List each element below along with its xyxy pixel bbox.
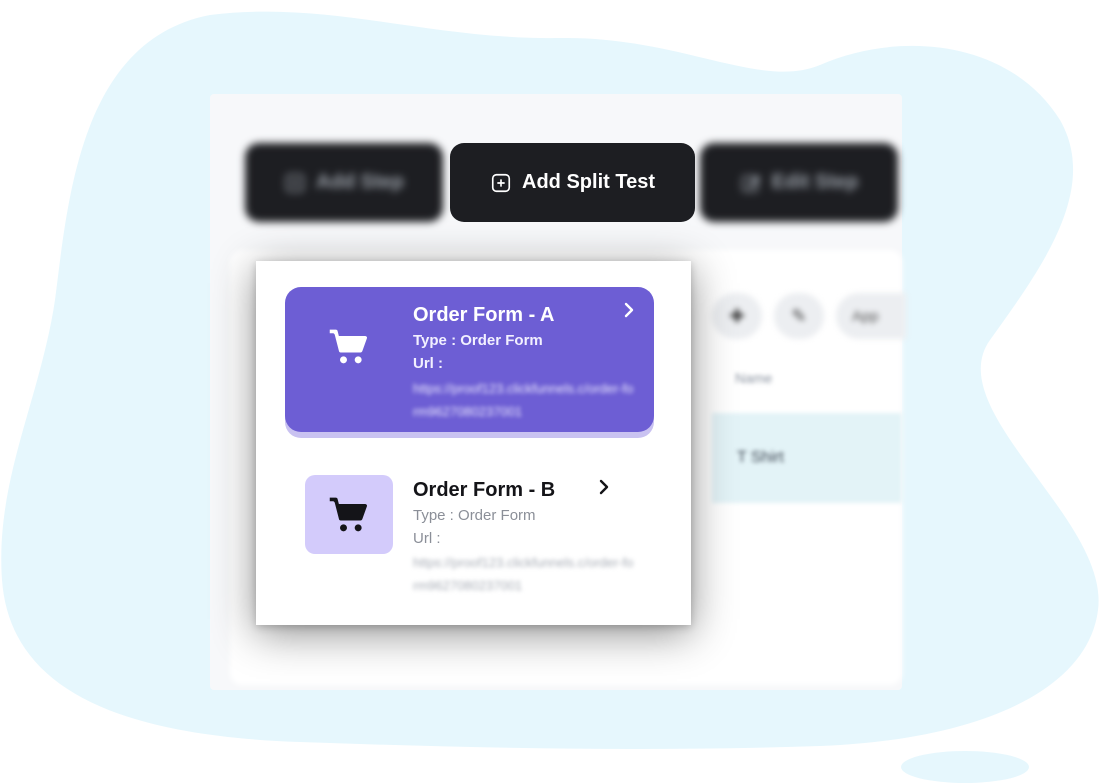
edit-icon: ✎ — [791, 305, 807, 326]
shopping-cart-icon — [329, 329, 367, 364]
plus-square-icon — [285, 173, 305, 192]
add-step-label: Add Step — [316, 171, 404, 193]
variant-url-label: Url : — [413, 355, 443, 372]
table-column-header: Name — [735, 370, 773, 386]
split-variant-a-card[interactable]: Order Form - A Type : Order Form Url : h… — [285, 287, 654, 432]
table-actions: ✚ ✎ App — [712, 293, 906, 339]
chevron-right-icon[interactable] — [622, 301, 636, 319]
chevron-right-icon[interactable] — [597, 478, 611, 496]
app-button[interactable]: App — [836, 293, 906, 339]
shopping-cart-icon — [329, 497, 367, 531]
plus-icon: ✚ — [729, 305, 745, 326]
plus-square-icon — [491, 173, 511, 192]
variant-icon-box — [305, 475, 393, 554]
add-split-test-label: Add Split Test — [522, 171, 655, 193]
variant-title: Order Form - B — [413, 479, 556, 501]
add-step-button[interactable]: Add Step — [245, 143, 443, 222]
edit-step-label: Edit Step — [771, 171, 859, 193]
table-cell: T Shirt — [737, 449, 784, 466]
edit-step-button[interactable]: Edit Step — [700, 143, 898, 222]
variant-type: Type : Order Form — [413, 507, 536, 524]
variant-url-value: https://proof123.clickfunnels.c/order-fo… — [413, 555, 634, 593]
edit-row-button[interactable]: ✎ — [774, 293, 824, 339]
add-row-button[interactable]: ✚ — [712, 293, 762, 339]
edit-icon — [741, 174, 761, 192]
app-button-label: App — [852, 307, 879, 325]
variant-title: Order Form - A — [413, 304, 555, 326]
variant-type: Type : Order Form — [413, 332, 543, 349]
variant-url-label: Url : — [413, 530, 441, 547]
split-test-menu: Order Form - A Type : Order Form Url : h… — [256, 261, 691, 625]
variant-url-value: https://proof123.clickfunnels.c/order-fo… — [413, 381, 634, 419]
add-split-test-button[interactable]: Add Split Test — [450, 143, 695, 222]
split-variant-b-card[interactable]: Order Form - B Type : Order Form Url : h… — [285, 461, 654, 596]
